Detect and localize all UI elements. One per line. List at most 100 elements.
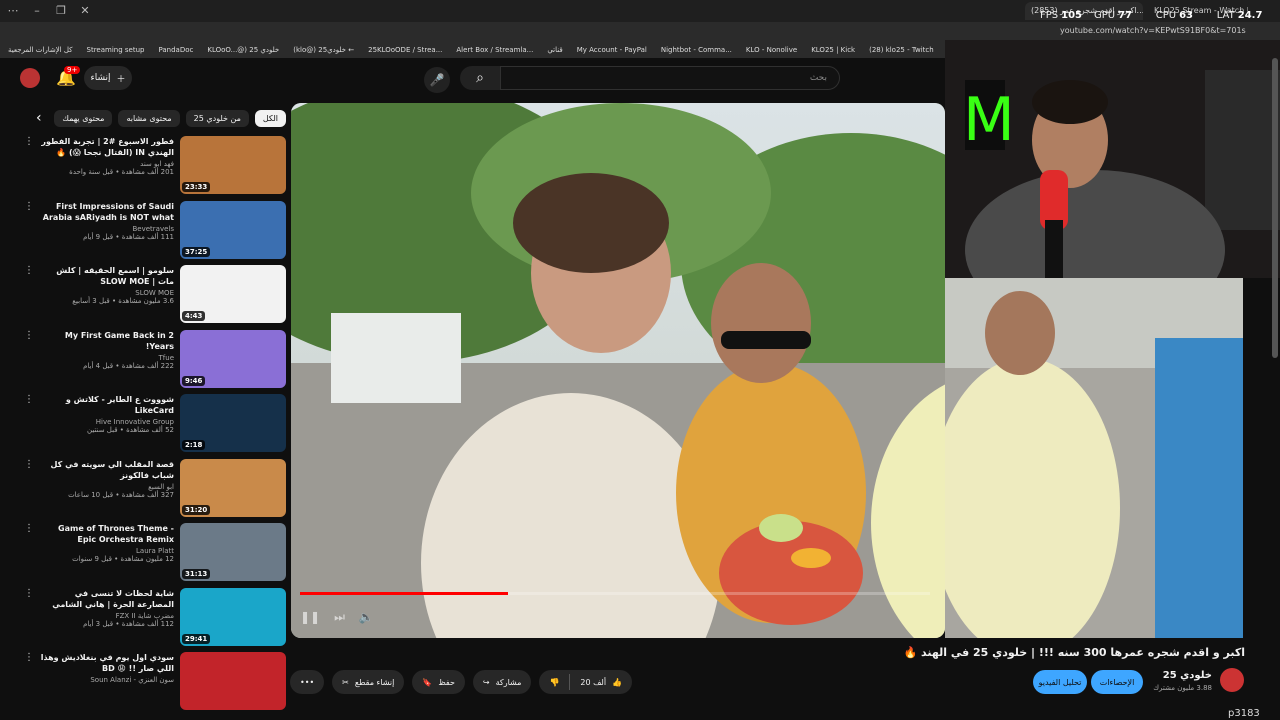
url-field[interactable]: youtube.com/watch?v=KEPwtS91BF0&t=701s (1060, 26, 1246, 35)
duration-badge: 29:41 (182, 633, 211, 644)
chip-filter[interactable]: محتوى مشابه (118, 109, 180, 127)
volume-icon[interactable]: 🔈 (359, 610, 374, 624)
channel-name-small[interactable]: Bevetravels (38, 225, 174, 233)
create-button[interactable]: إنشاء ＋ (84, 66, 132, 90)
related-video-item[interactable]: سودي اول يوم في بنغلاديش وهذا اللي صار !… (24, 652, 286, 717)
bookmark-item[interactable]: Nightbot - Comma... (661, 46, 732, 54)
scrollbar[interactable] (1272, 58, 1278, 358)
search-icon[interactable]: ⌕ (460, 66, 500, 90)
save-button[interactable]: 🔖 حفظ (412, 670, 465, 694)
chip-filter[interactable]: من خلودي 25 (185, 109, 249, 127)
video-thumbnail[interactable]: 31:13 (180, 523, 286, 581)
video-thumbnail[interactable]: 9:46 (180, 329, 286, 388)
next-icon[interactable]: ⏭ (334, 610, 345, 625)
kebab-menu-icon[interactable]: ⋮ (24, 265, 34, 330)
chip-filter[interactable]: محتوى يهمك (54, 109, 113, 127)
clip-button[interactable]: ✂ إنشاء مقطع (332, 670, 405, 694)
related-video-item[interactable]: 31:20 قصة المقلب الي سويته في كل شباب فال… (24, 458, 286, 524)
video-title-small[interactable]: قصة المقلب الي سويته في كل شباب فالكونز (38, 459, 174, 481)
kebab-menu-icon[interactable]: ⋮ (24, 136, 34, 201)
video-title-small[interactable]: شاية لحظات لا تنسى في المصارعة الحرة | ه… (38, 588, 174, 610)
channel-name-small[interactable]: Laura Platt (38, 547, 174, 555)
bookmark-item[interactable]: KLO - Nonolive (746, 46, 797, 54)
video-thumbnail[interactable]: 37:25 (180, 200, 286, 259)
duration-badge: 9:46 (182, 375, 206, 386)
channel-name-small[interactable]: ابو السبع (38, 483, 174, 491)
kebab-menu-icon[interactable]: ⋮ (24, 523, 34, 588)
video-thumbnail[interactable]: 4:43 (180, 265, 286, 323)
kebab-menu-icon[interactable]: ⋮ (24, 652, 34, 717)
analyze-video-button[interactable]: تحليل الفيديو (1033, 670, 1087, 694)
channel-name-small[interactable]: Hive Innovative Group (38, 418, 174, 426)
video-player[interactable] (291, 103, 945, 638)
bookmark-item[interactable]: 25KLOoODE / Strea... (368, 46, 442, 54)
bookmark-item[interactable]: (klo@) خلودي25 ← (293, 46, 354, 54)
share-button[interactable]: ↪ مشاركة (472, 670, 532, 694)
video-thumbnail[interactable]: 31:20 (180, 458, 286, 517)
filter-chips: الكل من خلودي 25 محتوى مشابه محتوى يهمك (36, 108, 286, 128)
bookmark-item[interactable]: كل الإشارات المرجعية (8, 46, 73, 54)
video-title-small[interactable]: سلومو | اسمع الحقيقه | كلش مات | SLOW MO… (38, 265, 174, 287)
video-thumbnail[interactable] (180, 652, 286, 710)
svg-text:M: M (963, 85, 1015, 155)
channel-name-small[interactable]: فهد ابو سند (38, 160, 174, 168)
related-videos: 23:33 فطور الاسبوع #2 | تجربة الفطور الهن… (24, 136, 286, 717)
bookmark-item[interactable]: قناتي (547, 46, 562, 54)
video-title-small[interactable]: سودي اول يوم في بنغلاديش وهذا اللي صار !… (38, 652, 174, 674)
video-title-small[interactable]: My First Game Back in 2 Years! (38, 330, 174, 352)
video-title-small[interactable]: Game of Thrones Theme - Epic Orchestra R… (38, 523, 174, 545)
kebab-menu-icon[interactable]: ⋮ (24, 459, 34, 524)
channel-name-small[interactable]: مضرب شاية FZX II (38, 612, 174, 620)
related-video-item[interactable]: 23:33 فطور الاسبوع #2 | تجربة الفطور الهن… (24, 136, 286, 201)
bookmark-item[interactable]: KLO25 | Kick (811, 46, 855, 54)
restore-icon[interactable]: ❐ (54, 4, 68, 18)
related-video-item[interactable]: 37:25 First Impressions of Saudi Arabia s… (24, 200, 286, 266)
bookmark-item[interactable]: PandaDoc (158, 46, 193, 54)
chip-filter[interactable]: الكل (254, 109, 286, 127)
kebab-menu-icon[interactable]: ⋮ (24, 588, 34, 653)
related-video-item[interactable]: 31:13 Game of Thrones Theme - Epic Orches… (24, 523, 286, 588)
video-thumbnail[interactable]: 23:33 (180, 136, 286, 194)
channel-name-small[interactable]: سون العنزي - Soun Alanzi (38, 676, 174, 684)
kebab-menu-icon[interactable]: ⋮ (24, 201, 34, 266)
share-icon: ↪ (482, 677, 490, 687)
bookmark-item[interactable]: (28) klo25 - Twitch (869, 46, 934, 54)
kebab-menu-icon[interactable]: ⋮ (24, 394, 34, 459)
minimize-icon[interactable]: – (30, 4, 44, 18)
video-title-small[interactable]: First Impressions of Saudi Arabia sARiya… (38, 201, 174, 223)
analytics-button[interactable]: الإحصاءات (1091, 670, 1143, 694)
search-input[interactable]: بحث (500, 66, 840, 90)
related-video-item[interactable]: 4:43 سلومو | اسمع الحقيقه | كلش مات | SLO… (24, 265, 286, 330)
video-actions: ••• ✂ إنشاء مقطع 🔖 حفظ ↪ مشاركة 👎 20 ألف 👍 (290, 668, 950, 696)
like-button[interactable]: 20 ألف 👍 (570, 670, 632, 694)
mic-icon[interactable]: 🎤 (424, 67, 450, 93)
video-frame (291, 103, 945, 638)
related-video-item[interactable]: 9:46 My First Game Back in 2 Years! Tfue 22… (24, 329, 286, 395)
video-thumbnail[interactable]: 2:18 (180, 394, 286, 452)
bookmark-item[interactable]: KLOoO...@) خلودي 25 (207, 46, 279, 54)
save-label: حفظ (438, 677, 455, 687)
scissors-icon: ✂ (342, 677, 349, 687)
related-video-item[interactable]: 2:18 شوووت ع الطاير - كلاتش و LikeCard Hiv… (24, 394, 286, 459)
video-stats: 222 ألف مشاهدة • قبل 4 أيام (83, 361, 174, 370)
bookmark-item[interactable]: Alert Box / Streamla... (456, 46, 533, 54)
channel-avatar[interactable] (1220, 668, 1244, 692)
channel-name-small[interactable]: Tfue (38, 354, 174, 362)
bookmark-item[interactable]: Streaming setup (87, 46, 145, 54)
video-thumbnail[interactable]: 29:41 (180, 587, 286, 646)
subscriber-count: 3.88 مليون مشترك (1153, 684, 1212, 692)
video-title-small[interactable]: شوووت ع الطاير - كلاتش و LikeCard (38, 394, 174, 416)
kebab-menu-icon[interactable]: ⋮ (24, 330, 34, 395)
bookmark-item[interactable]: My Account - PayPal (577, 46, 647, 54)
dislike-button[interactable]: 👎 (539, 670, 569, 694)
more-actions-button[interactable]: ••• (290, 670, 325, 694)
window-menu-icon[interactable]: ⋯ (6, 4, 20, 18)
channel-name[interactable]: خلودي 25 (1150, 670, 1212, 681)
pause-icon[interactable]: ❚❚ (300, 610, 320, 624)
close-window-icon[interactable]: ✕ (78, 4, 92, 18)
channel-name-small[interactable]: SLOW MOE (38, 289, 174, 297)
related-video-item[interactable]: 29:41 شاية لحظات لا تنسى في المصارعة الحر… (24, 587, 286, 653)
avatar[interactable] (20, 68, 40, 88)
video-title-small[interactable]: فطور الاسبوع #2 | تجربة الفطور الهندي IN… (38, 136, 174, 158)
overlay-tag: p3183 (1228, 708, 1260, 719)
